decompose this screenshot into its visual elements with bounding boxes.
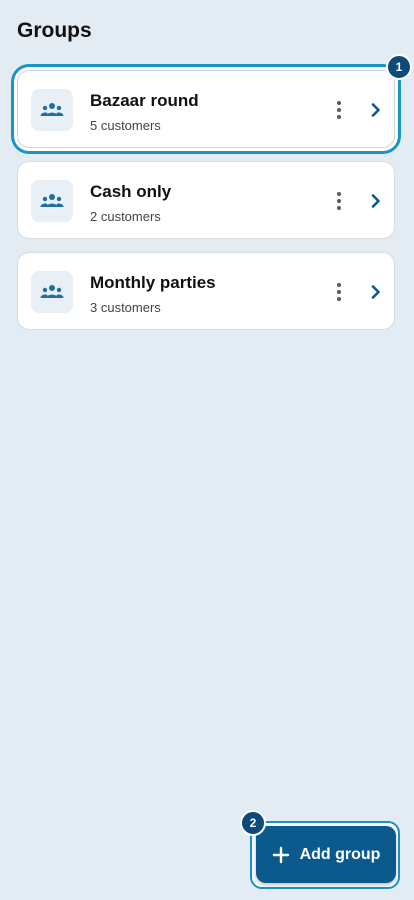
add-group-button[interactable]: Add group xyxy=(256,826,396,883)
people-icon xyxy=(40,103,64,116)
group-customer-count: 5 customers xyxy=(90,118,161,133)
group-icon xyxy=(31,89,73,131)
group-name: Monthly parties xyxy=(90,273,216,292)
group-icon xyxy=(31,271,73,313)
people-icon xyxy=(40,194,64,207)
group-name: Bazaar round xyxy=(90,91,199,110)
more-options-icon[interactable] xyxy=(330,187,348,215)
group-customer-count: 2 customers xyxy=(90,209,161,224)
group-item-bazaar-round[interactable]: Bazaar round 5 customers xyxy=(17,70,395,148)
group-icon xyxy=(31,180,73,222)
add-group-label: Add group xyxy=(299,845,381,863)
group-name: Cash only xyxy=(90,182,172,201)
chevron-right-icon[interactable] xyxy=(366,99,386,121)
chevron-right-icon[interactable] xyxy=(366,281,386,303)
step-badge-2: 2 xyxy=(240,810,266,836)
chevron-right-icon[interactable] xyxy=(366,190,386,212)
people-icon xyxy=(40,285,64,298)
group-item-monthly-parties[interactable]: Monthly parties 3 customers xyxy=(17,252,395,330)
group-item-cash-only[interactable]: Cash only 2 customers xyxy=(17,161,395,239)
page-title: Groups xyxy=(17,19,92,42)
more-options-icon[interactable] xyxy=(330,96,348,124)
step-badge-1: 1 xyxy=(386,54,412,80)
plus-icon xyxy=(272,846,289,863)
more-options-icon[interactable] xyxy=(330,278,348,306)
group-customer-count: 3 customers xyxy=(90,300,161,315)
